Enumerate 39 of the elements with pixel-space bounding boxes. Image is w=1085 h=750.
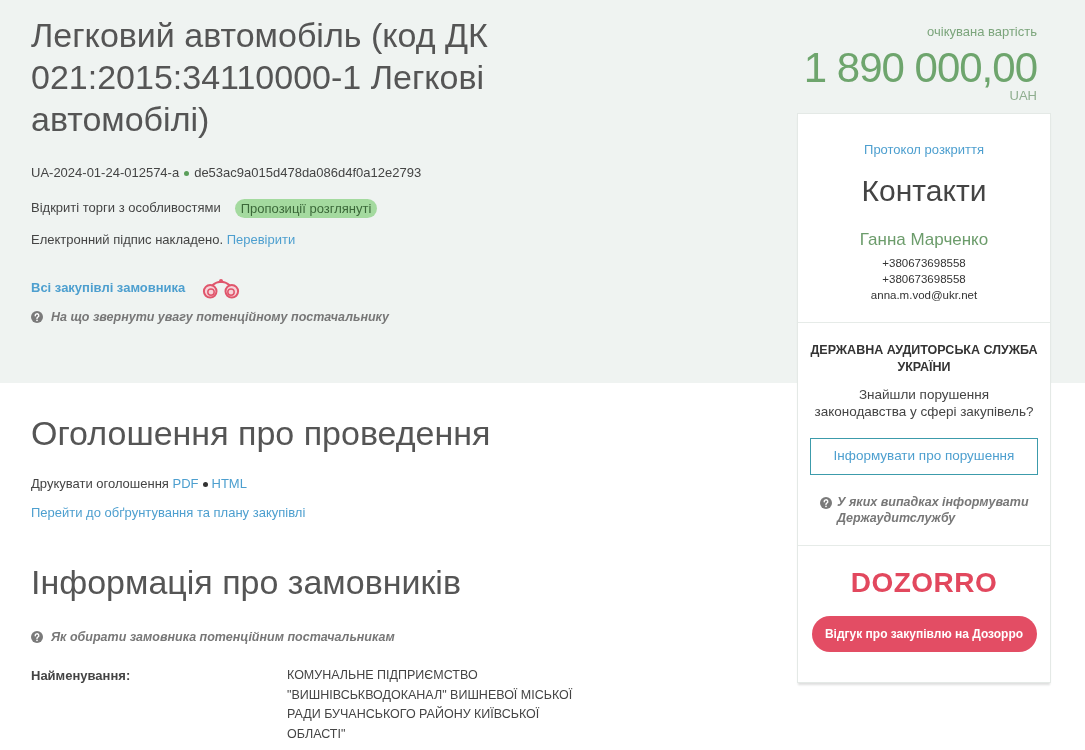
procurement-plan-link[interactable]: Перейти до обґрунтування та плану закупівлі [31, 503, 306, 523]
currency-text: UAH [1008, 88, 1038, 104]
field-label: Найменування: [31, 667, 132, 685]
contact-name: Ганна Марченко [858, 228, 990, 251]
print-announcement-text: Друкувати оголошення PDF HTML [31, 474, 247, 494]
separator-dot-icon [184, 170, 190, 176]
expected-value-amount: 1 890 000,00 [802, 48, 1038, 88]
section-heading: Інформація про замовників [31, 562, 461, 603]
audit-service-title: ДЕРЖАВНА АУДИТОРСЬКА СЛУЖБА УКРАЇНИ [810, 341, 1038, 376]
help-icon [820, 496, 832, 509]
help-icon [31, 311, 43, 323]
separator-dot-icon [202, 481, 208, 487]
field-value: КОМУНАЛЬНЕ ПІДПРИЄМСТВО "ВИШНІВСЬКВОДОКАНАЛ" ВИШНЕВОЇ МІСЬКОЇ РАДИ БУЧАНСЬКОГО РАЙОНУ КИЇВСЬКОЇ ОБЛАСТІ" [287, 667, 574, 743]
section-heading: Оголошення про проведення [31, 413, 491, 454]
buyer-tenders-link[interactable]: Всі закупівлі замовника [31, 278, 186, 298]
help-link[interactable]: Як обирати замовника потенційним постачальникам [51, 627, 395, 647]
help-link[interactable]: На що звернути увагу потенційному постачальнику [51, 307, 390, 327]
help-icon [31, 631, 43, 643]
phone-number-text: +380673698558 [881, 271, 967, 287]
hash-text: de53ac9a015d478da086d4f0a12e2793 [194, 164, 422, 183]
binoculars-icon [202, 277, 241, 299]
print-format-link[interactable]: PDF [172, 474, 199, 494]
procedure-type-text: Відкриті торги з особливостями [31, 199, 221, 218]
email-text: anna.m.vod@ukr.net [869, 287, 979, 303]
feedback-button[interactable]: Відгук про закупівлю на Дозорро [811, 615, 1037, 652]
help-link[interactable]: У яких випадках інформувати Держаудитслужбу [837, 493, 1038, 526]
tender-id-text: UA-2024-01-24-012574-a [31, 164, 180, 183]
value-label: очікувана вартість [926, 24, 1038, 40]
print-format-link[interactable]: HTML [211, 474, 247, 494]
phone-number-text: +380673698558 [881, 255, 967, 271]
verify-link[interactable]: Перевірити [226, 232, 296, 248]
report-violation-button[interactable]: Інформувати про порушення [810, 437, 1038, 475]
protocol-link[interactable]: Протокол розкриття [864, 142, 984, 158]
page-title: Легковий автомобіль (код ДК 021:2015:34110000-1 Легкові автомобілі) [31, 15, 489, 140]
logo: DOZORRO [850, 565, 998, 600]
contacts-heading: Контакти [860, 172, 988, 209]
violation-question-text: Знайшли порушення законодавства у сфері закупівель? [813, 385, 1035, 420]
signature-status-text: Електронний підпис накладено. Перевірити [31, 231, 296, 250]
status-badge: Пропозиції розглянуті [234, 198, 378, 218]
